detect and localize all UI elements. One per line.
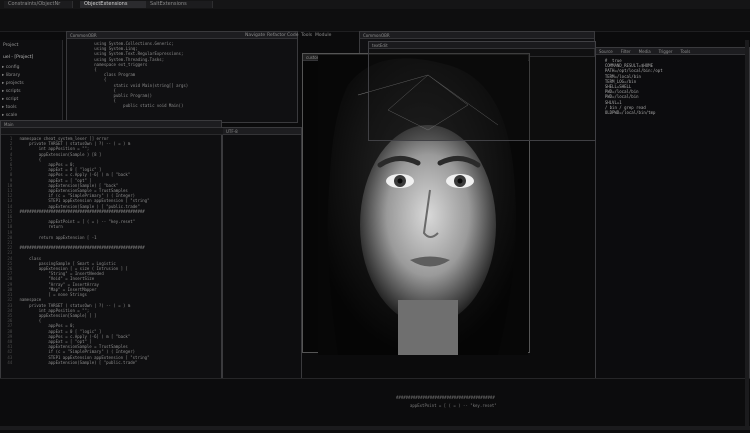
menu-tools[interactable]: Tools bbox=[301, 33, 312, 38]
menu-refactor[interactable]: Refactor bbox=[267, 33, 286, 38]
line-number: 44 bbox=[5, 359, 15, 365]
side-text-stream bbox=[223, 135, 301, 419]
side-text-titlebar: UTF-8 bbox=[223, 128, 301, 135]
sidebar-item-label: scale bbox=[5, 113, 18, 118]
editor-center-right-title: textEdit bbox=[372, 43, 388, 48]
console-window: Source Filter Media Trigger Tools # true… bbox=[595, 47, 750, 432]
sidebar-item-script[interactable]: ▸ script bbox=[2, 97, 18, 102]
code-text: OLDPWD=/local/bin/tmp bbox=[600, 110, 656, 116]
sidebar-item-scale[interactable]: ▸ scale bbox=[2, 113, 17, 118]
menu-code[interactable]: Code bbox=[287, 33, 299, 38]
sidebar-item-projects[interactable]: ▸ projects bbox=[2, 81, 24, 86]
code-line: 44 appExtension(Sample) [ "public.trade" bbox=[5, 360, 219, 365]
code-text: ########################################… bbox=[14, 245, 145, 251]
editor-top-window: CommonOBR using System.Collections.Gener… bbox=[66, 31, 298, 123]
sidebar-item-scripts[interactable]: ▸ scripts bbox=[2, 89, 21, 94]
editor-main-code[interactable]: 1 namespace cheat_system_lexer [] error … bbox=[5, 136, 219, 414]
menu-media[interactable]: Media bbox=[639, 48, 651, 54]
tab-label: SaltExtensions bbox=[150, 1, 187, 7]
menu-filter[interactable]: Filter bbox=[621, 48, 631, 54]
side-text-panel: UTF-8 bbox=[222, 127, 302, 417]
editor-main-titlebar: Main bbox=[1, 121, 221, 128]
code-text: return bbox=[14, 224, 63, 230]
bottom-panel: ########################################… bbox=[0, 378, 750, 433]
editor-main-title: Main bbox=[4, 122, 14, 127]
tab-label: Constraints/ObjectNr bbox=[8, 1, 61, 7]
tab-saltextensions[interactable]: SaltExtensions bbox=[146, 1, 213, 8]
editor-main-toolbar bbox=[1, 128, 223, 135]
editor-main-window: Main 1 namespace cheat_system_lexer [] e… bbox=[0, 120, 223, 420]
horizontal-scrollbar[interactable] bbox=[0, 426, 750, 430]
code-text: ########################################… bbox=[14, 208, 145, 214]
tab-constraints[interactable]: Constraints/ObjectNr bbox=[4, 1, 73, 8]
editor-center-right-window: textEdit bbox=[368, 41, 596, 141]
sidebar-item-label: library bbox=[5, 73, 21, 78]
menu-trigger[interactable]: Trigger bbox=[659, 48, 673, 54]
sidebar-item-label: tools bbox=[5, 105, 17, 110]
sidebar-item-library[interactable]: ▸ library bbox=[2, 73, 20, 78]
editor-top-code[interactable]: using System.Collections.Generic; using … bbox=[67, 39, 297, 109]
menu-source[interactable]: Source bbox=[599, 48, 613, 54]
tab-objectextensions[interactable]: ObjectExtensions bbox=[80, 1, 147, 8]
sidebar-item-label: script bbox=[5, 97, 19, 102]
mid-text-stream bbox=[528, 150, 594, 350]
tab-label: ObjectExtensions bbox=[84, 1, 128, 7]
menu-module[interactable]: Module bbox=[315, 33, 331, 38]
project-root[interactable]: uel - [Project] bbox=[3, 55, 33, 60]
sidebar-item-config[interactable]: ▸ config bbox=[2, 65, 19, 70]
code-text: return appExtension [ -1 bbox=[14, 234, 97, 240]
menu-tools[interactable]: Tools bbox=[680, 48, 690, 54]
menu-group-a: Navigate Refactor Code Tools Module bbox=[245, 33, 360, 39]
sidebar-item-tools[interactable]: ▸ tools bbox=[2, 105, 17, 110]
code-line: public static void Main() bbox=[75, 103, 297, 108]
console-titlebar: Source Filter Media Trigger Tools bbox=[596, 48, 749, 55]
code-text: appExtension(Sample) [ "public.trade" bbox=[14, 359, 138, 365]
project-panel-header: Project bbox=[3, 43, 19, 48]
tab-label: UTF-8 bbox=[226, 129, 238, 134]
sidebar-item-label: config bbox=[5, 65, 20, 70]
menu-navigate[interactable]: Navigate bbox=[245, 33, 265, 38]
menu-bar bbox=[0, 9, 750, 32]
editor-center-top-title: CommonOBR bbox=[363, 33, 390, 38]
sidebar-item-label: scripts bbox=[5, 89, 21, 94]
vertical-scrollbar[interactable] bbox=[745, 40, 749, 426]
sidebar-item-label: projects bbox=[5, 81, 24, 86]
editor-top-title: CommonOBR bbox=[70, 33, 97, 38]
editor-center-top-titlebar: CommonOBR bbox=[360, 32, 594, 39]
bottom-code-line: appExtPoint = [ ( = ) -- "key.reset" bbox=[410, 403, 497, 408]
bottom-separator: ########################################… bbox=[396, 395, 495, 400]
editor-center-right-titlebar: textEdit bbox=[369, 42, 595, 49]
code-text: public static void Main() bbox=[75, 103, 184, 109]
code-line: OLDPWD=/local/bin/tmp bbox=[600, 110, 749, 115]
console-output[interactable]: # true COMMAND_RESULT=$HOME PATH=/opt/lo… bbox=[596, 55, 749, 115]
